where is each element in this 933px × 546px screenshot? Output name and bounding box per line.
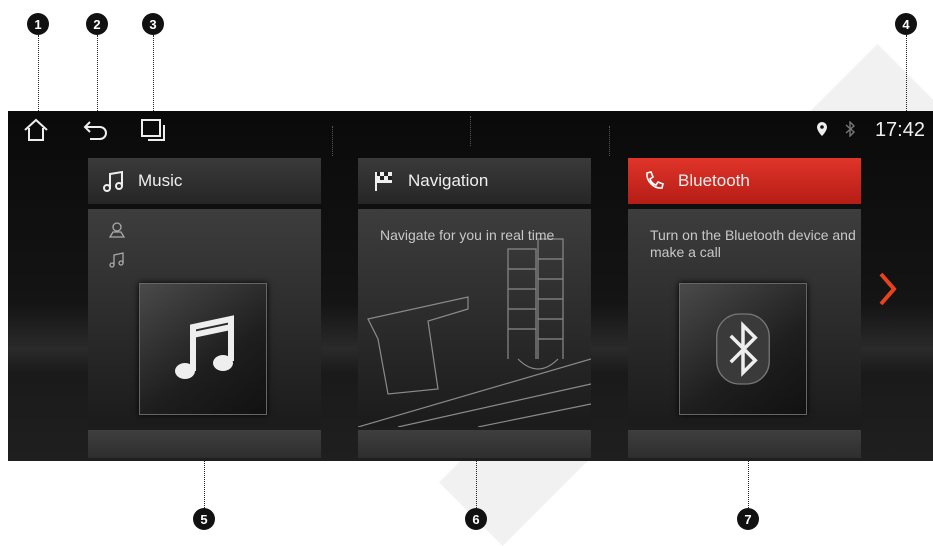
bluetooth-card-title: Bluetooth <box>678 171 750 190</box>
callout-7: 7 <box>737 508 759 530</box>
callout-5: 5 <box>193 508 215 530</box>
bluetooth-card-description: Turn on the Bluetooth device and make a … <box>650 227 856 260</box>
head-unit-screen: 17:42 Music Navigation Navigate for you … <box>8 111 933 461</box>
bluetooth-card-header[interactable]: Bluetooth <box>628 158 861 204</box>
music-card[interactable]: Music <box>88 158 321 458</box>
navigation-card-title: Navigation <box>408 171 489 190</box>
navigation-card-body[interactable]: Navigate for you in real time <box>358 209 591 427</box>
music-album-tile[interactable] <box>139 283 267 415</box>
status-bar: 17:42 <box>8 111 933 156</box>
divider <box>609 126 610 156</box>
location-icon <box>815 121 829 137</box>
navigation-card-header[interactable]: Navigation <box>358 158 591 204</box>
artist-icon <box>108 221 126 239</box>
bluetooth-tile[interactable] <box>679 283 807 415</box>
callout-3-leader <box>153 35 154 115</box>
navigation-card[interactable]: Navigation Navigate for you in real time <box>358 158 591 458</box>
next-page-arrow-icon[interactable] <box>876 271 900 307</box>
home-icon[interactable] <box>22 117 50 143</box>
callout-2: 2 <box>86 13 108 35</box>
bluetooth-icon <box>716 313 770 385</box>
callout-3: 3 <box>142 13 164 35</box>
card-reflection <box>628 430 861 458</box>
divider <box>470 116 471 146</box>
bluetooth-card-body[interactable]: Turn on the Bluetooth device and make a … <box>628 209 861 427</box>
callout-4: 4 <box>895 13 917 35</box>
song-icon <box>108 251 126 269</box>
checkered-flag-icon <box>372 169 396 193</box>
phone-icon <box>642 169 666 193</box>
callout-4-leader <box>906 35 907 115</box>
callout-6: 6 <box>465 508 487 530</box>
recent-apps-icon[interactable] <box>139 117 167 143</box>
music-card-title: Music <box>138 171 183 190</box>
navigation-card-description: Navigate for you in real time <box>380 227 555 243</box>
card-reflection <box>88 430 321 458</box>
callout-1-leader <box>38 35 39 115</box>
music-note-icon <box>102 169 126 193</box>
music-card-body[interactable] <box>88 209 321 427</box>
bluetooth-card[interactable]: Bluetooth Turn on the Bluetooth device a… <box>628 158 861 458</box>
bluetooth-status-icon <box>843 120 857 138</box>
music-note-icon <box>175 315 234 379</box>
callout-2-leader <box>97 35 98 115</box>
back-icon[interactable] <box>82 117 110 143</box>
callout-1: 1 <box>27 13 49 35</box>
card-reflection <box>358 430 591 458</box>
divider <box>332 126 333 156</box>
music-card-header[interactable]: Music <box>88 158 321 204</box>
clock: 17:42 <box>874 119 925 141</box>
